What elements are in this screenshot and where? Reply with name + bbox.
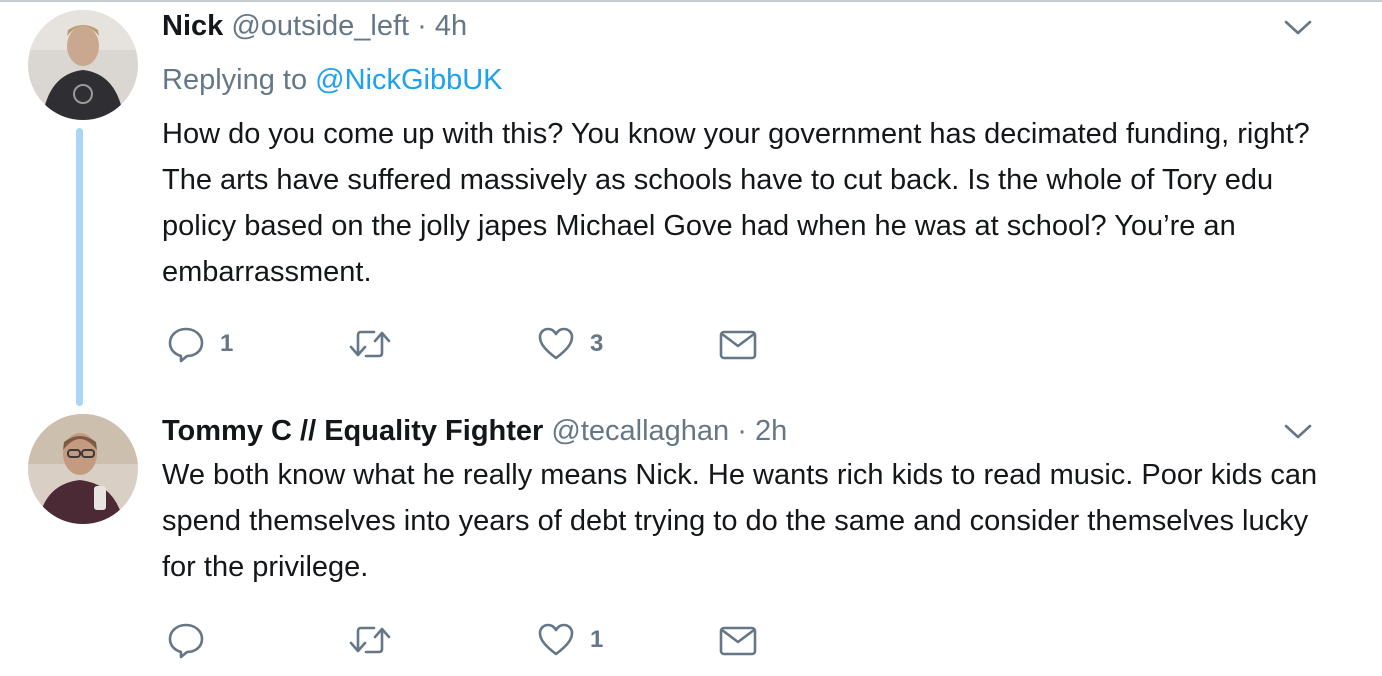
reply-icon bbox=[168, 327, 204, 363]
reply-button[interactable] bbox=[166, 618, 220, 662]
avatar[interactable] bbox=[28, 414, 138, 524]
retweet-button[interactable] bbox=[348, 618, 406, 662]
reply-context: Replying to @NickGibbUK bbox=[162, 62, 503, 98]
envelope-icon bbox=[719, 626, 757, 656]
separator-dot: · bbox=[737, 415, 747, 447]
like-button[interactable]: 1 bbox=[536, 618, 603, 662]
user-handle[interactable]: @tecallaghan bbox=[551, 415, 729, 447]
heart-icon bbox=[538, 623, 574, 656]
avatar[interactable] bbox=[28, 10, 138, 120]
retweet-button[interactable] bbox=[348, 322, 406, 366]
separator-dot: · bbox=[417, 10, 427, 42]
like-count: 3 bbox=[590, 330, 604, 357]
display-name[interactable]: Nick bbox=[162, 10, 223, 42]
timestamp[interactable]: 2h bbox=[755, 415, 787, 447]
tweet-header: Tommy C // Equality Fighter @tecallaghan… bbox=[162, 413, 787, 449]
heart-icon bbox=[538, 327, 574, 360]
reply-count: 1 bbox=[220, 330, 234, 357]
like-count: 1 bbox=[590, 626, 604, 653]
action-bar: 1 bbox=[162, 618, 782, 662]
tweet-text: How do you come up with this? You know y… bbox=[162, 118, 1310, 288]
display-name[interactable]: Tommy C // Equality Fighter bbox=[162, 415, 543, 447]
reply-prefix: Replying to bbox=[162, 64, 308, 96]
like-button[interactable]: 3 bbox=[536, 322, 603, 366]
reply-icon bbox=[168, 623, 204, 659]
action-bar: 1 3 bbox=[162, 322, 782, 366]
chevron-down-icon[interactable] bbox=[1282, 422, 1314, 442]
chevron-down-icon[interactable] bbox=[1282, 18, 1314, 38]
retweet-icon bbox=[349, 330, 391, 358]
reply-button[interactable]: 1 bbox=[166, 322, 233, 366]
user-handle[interactable]: @outside_left bbox=[231, 10, 409, 42]
retweet-icon bbox=[349, 626, 391, 654]
tweet[interactable]: Nick @outside_left · 4h Replying to @Nic… bbox=[0, 0, 1382, 406]
envelope-icon bbox=[719, 330, 757, 360]
direct-message-button[interactable] bbox=[718, 322, 758, 366]
timestamp[interactable]: 4h bbox=[435, 10, 467, 42]
tweet[interactable]: Tommy C // Equality Fighter @tecallaghan… bbox=[0, 400, 1382, 676]
reply-mention-link[interactable]: @NickGibbUK bbox=[315, 64, 502, 96]
thread-connector-line bbox=[76, 128, 83, 406]
tweet-header: Nick @outside_left · 4h bbox=[162, 8, 467, 44]
direct-message-button[interactable] bbox=[718, 618, 758, 662]
tweet-text: We both know what he really means Nick. … bbox=[162, 459, 1318, 583]
